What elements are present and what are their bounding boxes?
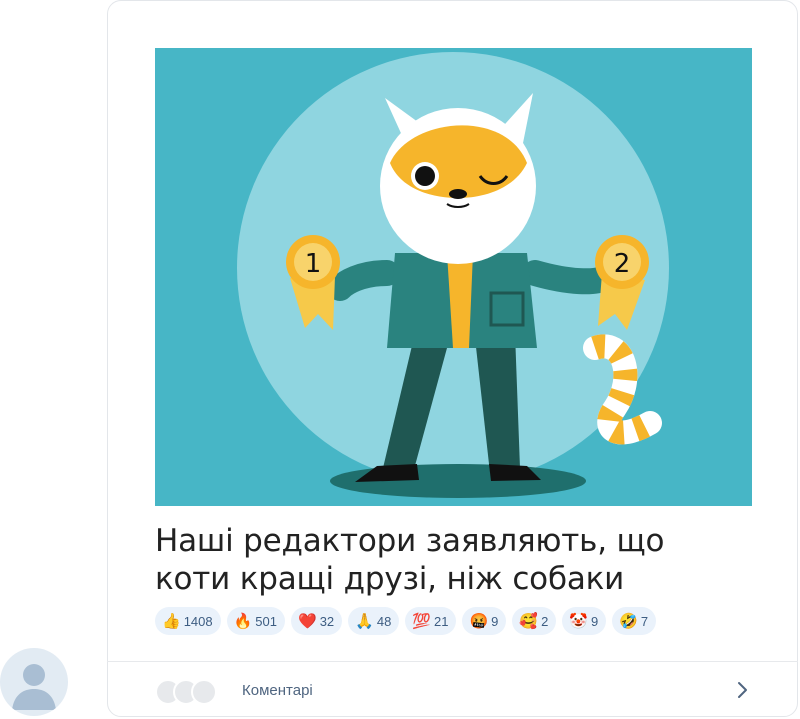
rolling-laughing-icon: 🤣 [619,612,638,630]
reaction-count: 7 [640,613,649,629]
fire-icon: 🔥 [233,612,253,630]
reaction-cursing[interactable]: 🤬 9 [462,607,507,635]
cursing-face-icon: 🤬 [469,612,489,630]
reaction-count: 501 [255,613,277,629]
reaction-fire[interactable]: 🔥 501 [226,607,285,635]
thumbs-up-icon: 👍 [162,612,181,630]
reaction-hundred[interactable]: 💯 21 [405,607,457,635]
commenter-avatars [155,679,235,705]
post-image[interactable]: 1 2 [155,48,752,506]
reaction-count: 2 [541,613,549,629]
reactions-bar: 👍 1408 🔥 501 ❤️ 32 🙏 48 💯 21 🤬 9 🥰 2 🤡 9 🤣 7 [155,607,657,635]
reaction-count: 32 [319,613,335,629]
user-avatar[interactable] [0,648,68,716]
user-silhouette-icon [12,664,56,710]
reaction-count: 21 [434,613,449,629]
caption-line-2: коти кращі друзі, ніж собаки [155,561,625,597]
reaction-count: 9 [591,613,599,629]
medal-2-number: 2 [614,249,631,279]
smiling-face-with-hearts-icon: 🥰 [519,612,539,630]
comments-button[interactable]: Коментарі [108,662,797,717]
post-caption: Наші редактори заявляють, що коти кращі д… [155,522,755,598]
heart-icon: ❤️ [298,612,317,630]
reaction-count: 9 [491,613,499,629]
commenter-avatar [191,679,217,705]
praying-hands-icon: 🙏 [355,612,374,630]
reaction-clown[interactable]: 🤡 9 [562,607,607,635]
reaction-count: 1408 [183,613,213,629]
reaction-pray[interactable]: 🙏 48 [348,607,400,635]
hundred-points-icon: 💯 [412,612,431,630]
reaction-rofl[interactable]: 🤣 7 [612,607,657,635]
cat-illustration: 1 2 [237,52,669,498]
reaction-heart[interactable]: ❤️ 32 [291,607,343,635]
reaction-thumbs-up[interactable]: 👍 1408 [155,607,221,635]
reaction-smiling-hearts[interactable]: 🥰 2 [512,607,557,635]
medal-1-number: 1 [305,249,322,279]
caption-line-1: Наші редактори заявляють, що [155,523,665,559]
reaction-count: 48 [376,613,392,629]
comments-label: Коментарі [242,682,313,699]
chevron-right-icon [738,682,747,698]
clown-face-icon: 🤡 [569,612,588,630]
